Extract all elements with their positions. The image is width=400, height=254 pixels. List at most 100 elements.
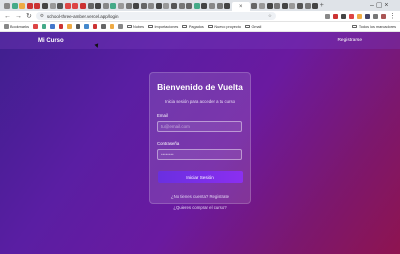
extension-icon[interactable]: [341, 13, 346, 19]
extension-icon[interactable]: [381, 13, 386, 19]
browser-tab-favicon[interactable]: [304, 2, 311, 9]
browser-tab-favicon[interactable]: [178, 2, 185, 9]
brand-logo[interactable]: Mi Curso: [38, 38, 64, 44]
extension-icon[interactable]: [349, 13, 354, 19]
browser-tab-favicon[interactable]: [266, 2, 273, 9]
extension-icon[interactable]: [333, 13, 338, 19]
browser-tab-favicon[interactable]: [171, 2, 178, 9]
browser-tab-favicon[interactable]: [57, 2, 64, 9]
bookmark-favicon-icon: [109, 24, 114, 29]
browser-tab-favicon[interactable]: [155, 2, 162, 9]
browser-tab-favicon[interactable]: [34, 2, 41, 9]
extension-icon[interactable]: [357, 13, 362, 19]
app-header: Mi Curso Registrarse: [0, 32, 400, 49]
browser-tab-favicon[interactable]: [26, 2, 33, 9]
browser-tab-favicon[interactable]: [224, 2, 231, 9]
browser-tab-favicon[interactable]: [216, 2, 223, 9]
bookmark-favicon-icon: [84, 24, 89, 29]
folder-icon: [126, 24, 132, 29]
bookmark-item[interactable]: [41, 24, 46, 29]
forward-icon[interactable]: →: [15, 13, 22, 20]
browser-tab-favicon[interactable]: [289, 2, 296, 9]
close-tab-icon[interactable]: ×: [239, 4, 243, 10]
address-bar[interactable]: ⚙ school-three-amber.vercel.app/login ☆: [35, 12, 276, 20]
buy-course-link[interactable]: ¿Quieres comprar el curso?: [173, 205, 226, 210]
password-label: Contraseña: [157, 141, 180, 146]
login-button[interactable]: Iniciar Sesión: [157, 171, 243, 183]
back-icon[interactable]: ←: [4, 13, 11, 20]
login-card: Bienvenido de Vuelta Inicia sesión para …: [149, 72, 251, 210]
browser-tab-favicon[interactable]: [72, 2, 79, 9]
no-account-line: ¿No tienes cuenta? Registrate: [157, 194, 243, 199]
site-info-icon[interactable]: ⚙: [40, 13, 44, 19]
bookmark-item[interactable]: [84, 24, 89, 29]
address-url: school-three-amber.vercel.app/login: [46, 13, 119, 19]
register-nav-link[interactable]: Registrarse: [337, 38, 362, 43]
new-tab-icon[interactable]: +: [320, 2, 324, 9]
bookmark-item[interactable]: [109, 24, 114, 29]
bookmark-star-icon[interactable]: ☆: [268, 13, 272, 19]
browser-tab-favicon[interactable]: [251, 2, 258, 9]
browser-tab-favicon[interactable]: [95, 2, 102, 9]
bookmark-label: Gmail: [251, 24, 262, 29]
bookmark-item[interactable]: Nuevo proyecto: [207, 24, 241, 29]
browser-tab-favicon[interactable]: [312, 2, 319, 9]
bookmark-item[interactable]: Nubes: [126, 24, 144, 29]
bookmark-item[interactable]: Bookmarks: [4, 24, 29, 29]
browser-tab-favicon[interactable]: [49, 2, 56, 9]
window-controls[interactable]: – ▢ ×: [370, 1, 388, 9]
bookmark-item[interactable]: [92, 24, 97, 29]
password-field[interactable]: [157, 149, 242, 160]
reload-icon[interactable]: ↻: [26, 13, 32, 20]
browser-tab-favicon[interactable]: [201, 2, 208, 9]
bookmark-item[interactable]: Pagados: [182, 25, 204, 29]
browser-tab-favicon[interactable]: [79, 2, 86, 9]
browser-tab-favicon[interactable]: [41, 2, 48, 9]
browser-tab-favicon[interactable]: [87, 2, 94, 9]
browser-tab-favicon[interactable]: [110, 2, 117, 9]
login-title: Bienvenido de Vuelta: [157, 82, 243, 92]
bookmark-favicon-icon: [33, 24, 38, 29]
browser-tab-favicon[interactable]: [11, 2, 18, 9]
extension-icon[interactable]: [373, 13, 378, 19]
bookmark-item[interactable]: Importaciones: [147, 25, 178, 29]
browser-tab-favicon[interactable]: [281, 2, 288, 9]
all-bookmarks-label: Todos los marcadores: [358, 24, 396, 29]
browser-tab-active[interactable]: ×: [231, 2, 250, 11]
browser-tab-favicon[interactable]: [125, 2, 132, 9]
browser-tab-favicon[interactable]: [296, 2, 303, 9]
extension-icon[interactable]: [325, 13, 330, 19]
bookmark-item[interactable]: [67, 24, 72, 29]
email-field[interactable]: [157, 121, 242, 132]
extension-icons: ⋮: [325, 13, 396, 20]
browser-tab-favicon[interactable]: [193, 2, 200, 9]
extension-icon[interactable]: [365, 13, 370, 19]
bookmark-item[interactable]: [101, 24, 106, 29]
browser-tab-favicon[interactable]: [133, 2, 140, 9]
bookmark-item[interactable]: [118, 24, 123, 29]
browser-tab-favicon[interactable]: [186, 2, 193, 9]
browser-tab-favicon[interactable]: [209, 2, 216, 9]
browser-menu-icon[interactable]: ⋮: [389, 13, 396, 20]
browser-tab-favicon[interactable]: [148, 2, 155, 9]
bookmark-label: Nuevo proyecto: [214, 24, 241, 29]
folder-icon: [244, 24, 250, 29]
browser-tab-favicon[interactable]: [140, 2, 147, 9]
register-link[interactable]: Registrate: [209, 194, 229, 199]
bookmark-item[interactable]: [58, 24, 63, 29]
browser-tab-favicon[interactable]: [64, 2, 71, 9]
browser-tab-favicon[interactable]: [4, 2, 10, 9]
all-bookmarks-button[interactable]: Todos los marcadores: [352, 25, 396, 29]
browser-tab-favicon[interactable]: [19, 2, 26, 9]
bookmark-item[interactable]: [33, 24, 38, 29]
bookmark-item[interactable]: [75, 24, 80, 29]
browser-tab-favicon[interactable]: [102, 2, 109, 9]
bookmark-favicon-icon: [67, 24, 72, 29]
bookmark-item[interactable]: Gmail: [244, 24, 262, 29]
bookmark-item[interactable]: [50, 24, 55, 29]
browser-tab-favicon[interactable]: [274, 2, 281, 9]
browser-tab-favicon[interactable]: [163, 2, 170, 9]
browser-tab-favicon[interactable]: [117, 2, 124, 9]
browser-tab-favicon[interactable]: [259, 2, 265, 9]
bookmarks-bar: Bookmarks Nubes Importaciones Pagados Nuevo …: [0, 22, 400, 32]
